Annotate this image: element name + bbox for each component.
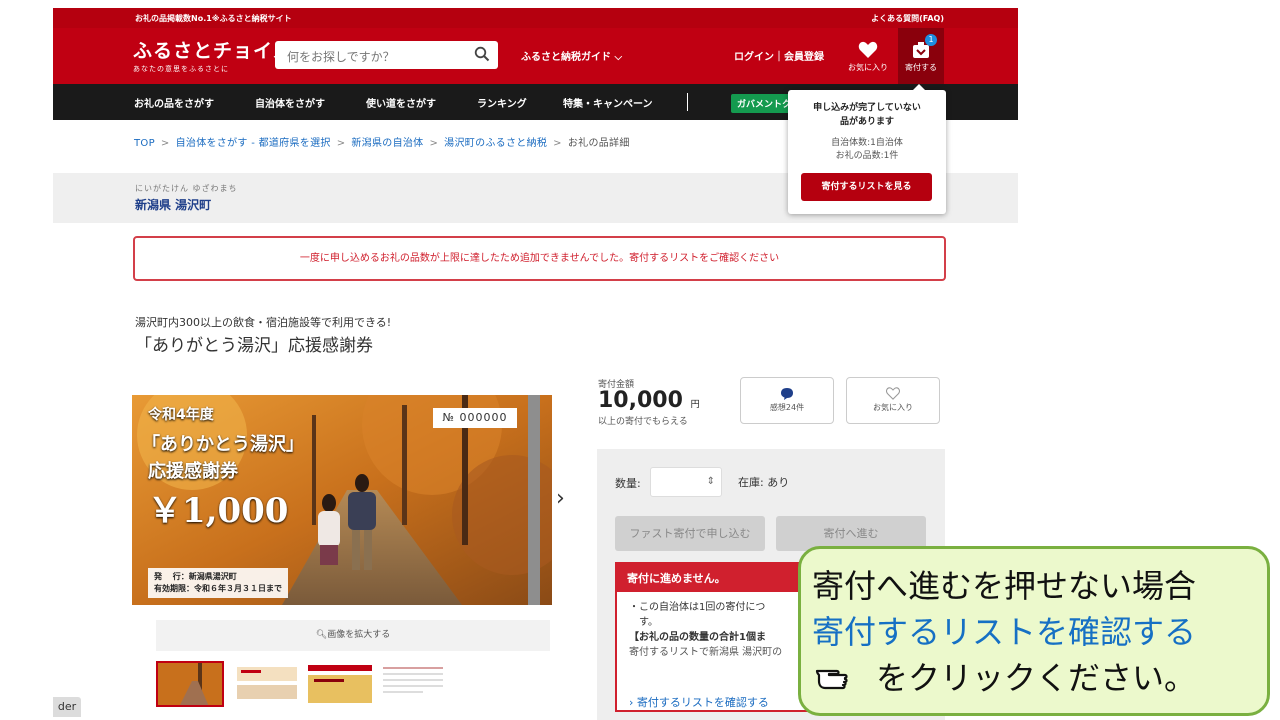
nav-campaigns[interactable]: 特集・キャンペーン	[563, 95, 653, 110]
fast-donate-button[interactable]: ファスト寄付で申し込む	[615, 516, 765, 551]
limit-alert: 一度に申し込めるお礼の品数が上限に達したため追加できませんでした。寄付するリスト…	[133, 236, 946, 281]
comment-icon	[781, 388, 793, 400]
chevron-down-icon: ⌵	[614, 52, 623, 63]
favorites-label: お気に入り	[848, 63, 888, 72]
add-favorite-label: お気に入り	[873, 403, 913, 412]
image-price: ￥1,000	[148, 491, 289, 531]
thumbnail-2[interactable]	[233, 661, 301, 707]
faq-link[interactable]: よくある質問(FAQ)	[871, 13, 944, 24]
popup-item-count: お礼の品数:1件	[835, 151, 899, 161]
next-image-arrow[interactable]: ›	[556, 486, 565, 511]
check-donate-list-label: 寄付するリストを確認する	[636, 696, 769, 709]
nav-municipalities[interactable]: 自治体をさがす	[255, 95, 325, 110]
search-icon[interactable]	[474, 46, 490, 66]
expiry-text: 有効期限：令和６年３月３１日まで	[154, 584, 282, 593]
favorites-button[interactable]: お気に入り	[845, 28, 891, 84]
callout-line2: 寄付するリストを確認する	[812, 613, 1197, 651]
quantity-select[interactable]: ⇕	[650, 467, 722, 497]
view-donate-list-button[interactable]: 寄付するリストを見る	[801, 173, 932, 201]
magnifier-icon: 🔍︎	[315, 630, 328, 640]
cart-popup: 申し込みが完了していない 品があります 自治体数:1自治体 お礼の品数:1件 寄…	[788, 84, 946, 214]
donation-unit: 円	[690, 400, 700, 410]
thumbnail-1[interactable]	[156, 661, 224, 707]
edge-tab[interactable]: der	[53, 697, 81, 717]
heart-icon	[858, 41, 878, 58]
donation-amount-value: 10,000	[598, 388, 683, 413]
check-donate-list-link[interactable]: › 寄付するリストを確認する	[629, 694, 769, 710]
product-title: 「ありがとう湯沢」応援感謝券	[135, 336, 373, 356]
callout-line1: 寄付へ進むを押せない場合	[812, 567, 1197, 605]
breadcrumb: TOP > 自治体をさがす - 都道府県を選択 > 新潟県の自治体 > 湯沢町のふるさと納税…	[134, 138, 630, 149]
image-title-line1: 「ありかとう湯沢」	[142, 434, 304, 455]
top-bar: お礼の品掲載数No.1※ふるさと納税サイト よくある質問(FAQ)	[53, 8, 1018, 28]
login-link[interactable]: ログイン｜会員登録	[734, 48, 824, 63]
nav-uses[interactable]: 使い道をさがす	[366, 95, 436, 110]
donate-label: 寄付する	[905, 63, 937, 72]
stock-status: 在庫: あり	[738, 476, 790, 489]
issuer-box: 発 行：新潟県湯沢町 有効期限：令和６年３月３１日まで	[148, 568, 288, 598]
image-title-line2: 応援感謝券	[148, 461, 238, 482]
guide-menu[interactable]: ふるさと納税ガイド ⌵	[521, 48, 622, 63]
heart-outline-icon	[886, 387, 900, 400]
issuer-text: 発 行：新潟県湯沢町	[154, 572, 237, 581]
reviews-label: 感想24件	[769, 403, 805, 412]
quantity-label: 数量:	[615, 477, 641, 490]
cart-count-badge: 1	[925, 34, 937, 46]
chevron-right-icon: ›	[629, 696, 634, 709]
thumbnail-3[interactable]	[306, 661, 374, 707]
logo-title: ふるさとチョイス	[133, 40, 293, 62]
guide-label: ふるさと納税ガイド	[521, 52, 611, 63]
search-placeholder: 何をお探しですか？	[287, 50, 395, 64]
breadcrumb-current: お礼の品詳細	[567, 138, 630, 149]
add-favorite-button[interactable]: お気に入り	[846, 377, 940, 424]
product-subtitle: 湯沢町内300以上の飲食・宿泊施設等で利用できる!	[135, 316, 392, 329]
donation-amount: 10,000 円	[598, 388, 700, 413]
nav-gifts[interactable]: お礼の品をさがす	[134, 95, 214, 110]
pointing-hand-icon	[815, 669, 848, 690]
search-input[interactable]: 何をお探しですか？	[275, 41, 498, 69]
voucher-number: № 000000	[433, 408, 517, 428]
breadcrumb-prefecture[interactable]: 自治体をさがす - 都道府県を選択	[176, 138, 331, 149]
zoom-image-button[interactable]: 🔍︎画像を拡大する	[156, 620, 550, 651]
instruction-callout: 寄付へ進むを押せない場合 寄付するリストを確認する をクリックください。	[798, 546, 1270, 716]
callout-line3: をクリックください。	[876, 659, 1197, 697]
reviews-button[interactable]: 感想24件	[740, 377, 834, 424]
thumbnail-4[interactable]	[379, 661, 447, 707]
donate-cart-button[interactable]: 寄付する 1	[898, 28, 944, 84]
breadcrumb-niigata[interactable]: 新潟県の自治体	[351, 138, 423, 149]
breadcrumb-yuzawa[interactable]: 湯沢町のふるさと納税	[444, 138, 547, 149]
municipality-name[interactable]: 新潟県 湯沢町	[135, 196, 211, 213]
tagline: お礼の品掲載数No.1※ふるさと納税サイト	[135, 14, 292, 23]
donation-note: 以上の寄付でもらえる	[598, 417, 688, 427]
breadcrumb-top[interactable]: TOP	[134, 138, 155, 149]
municipality-kana: にいがたけん ゆざわまち	[135, 184, 238, 193]
popup-counts: 自治体数:1自治体 お礼の品数:1件	[788, 137, 946, 163]
popup-municipality-count: 自治体数:1自治体	[831, 138, 903, 148]
popup-pointer	[913, 84, 925, 90]
logo-subtitle: あなたの意思をふるさとに	[133, 65, 229, 73]
zoom-label: 画像を拡大する	[327, 630, 391, 640]
nav-divider	[687, 93, 688, 111]
image-year: 令和4年度	[148, 407, 214, 423]
popup-heading: 申し込みが完了していない 品があります	[788, 101, 946, 129]
site-header: ふるさとチョイス あなたの意思をふるさとに 何をお探しですか？ ふるさと納税ガイ…	[53, 28, 1018, 84]
nav-ranking[interactable]: ランキング	[477, 95, 527, 110]
logo[interactable]: ふるさとチョイス あなたの意思をふるさとに	[133, 36, 292, 74]
popup-heading-line1: 申し込みが完了していない	[813, 103, 921, 113]
product-main-image[interactable]: 令和4年度 「ありかとう湯沢」 応援感謝券 ￥1,000 № 000000 発 …	[132, 395, 552, 605]
popup-heading-line2: 品があります	[839, 117, 894, 127]
